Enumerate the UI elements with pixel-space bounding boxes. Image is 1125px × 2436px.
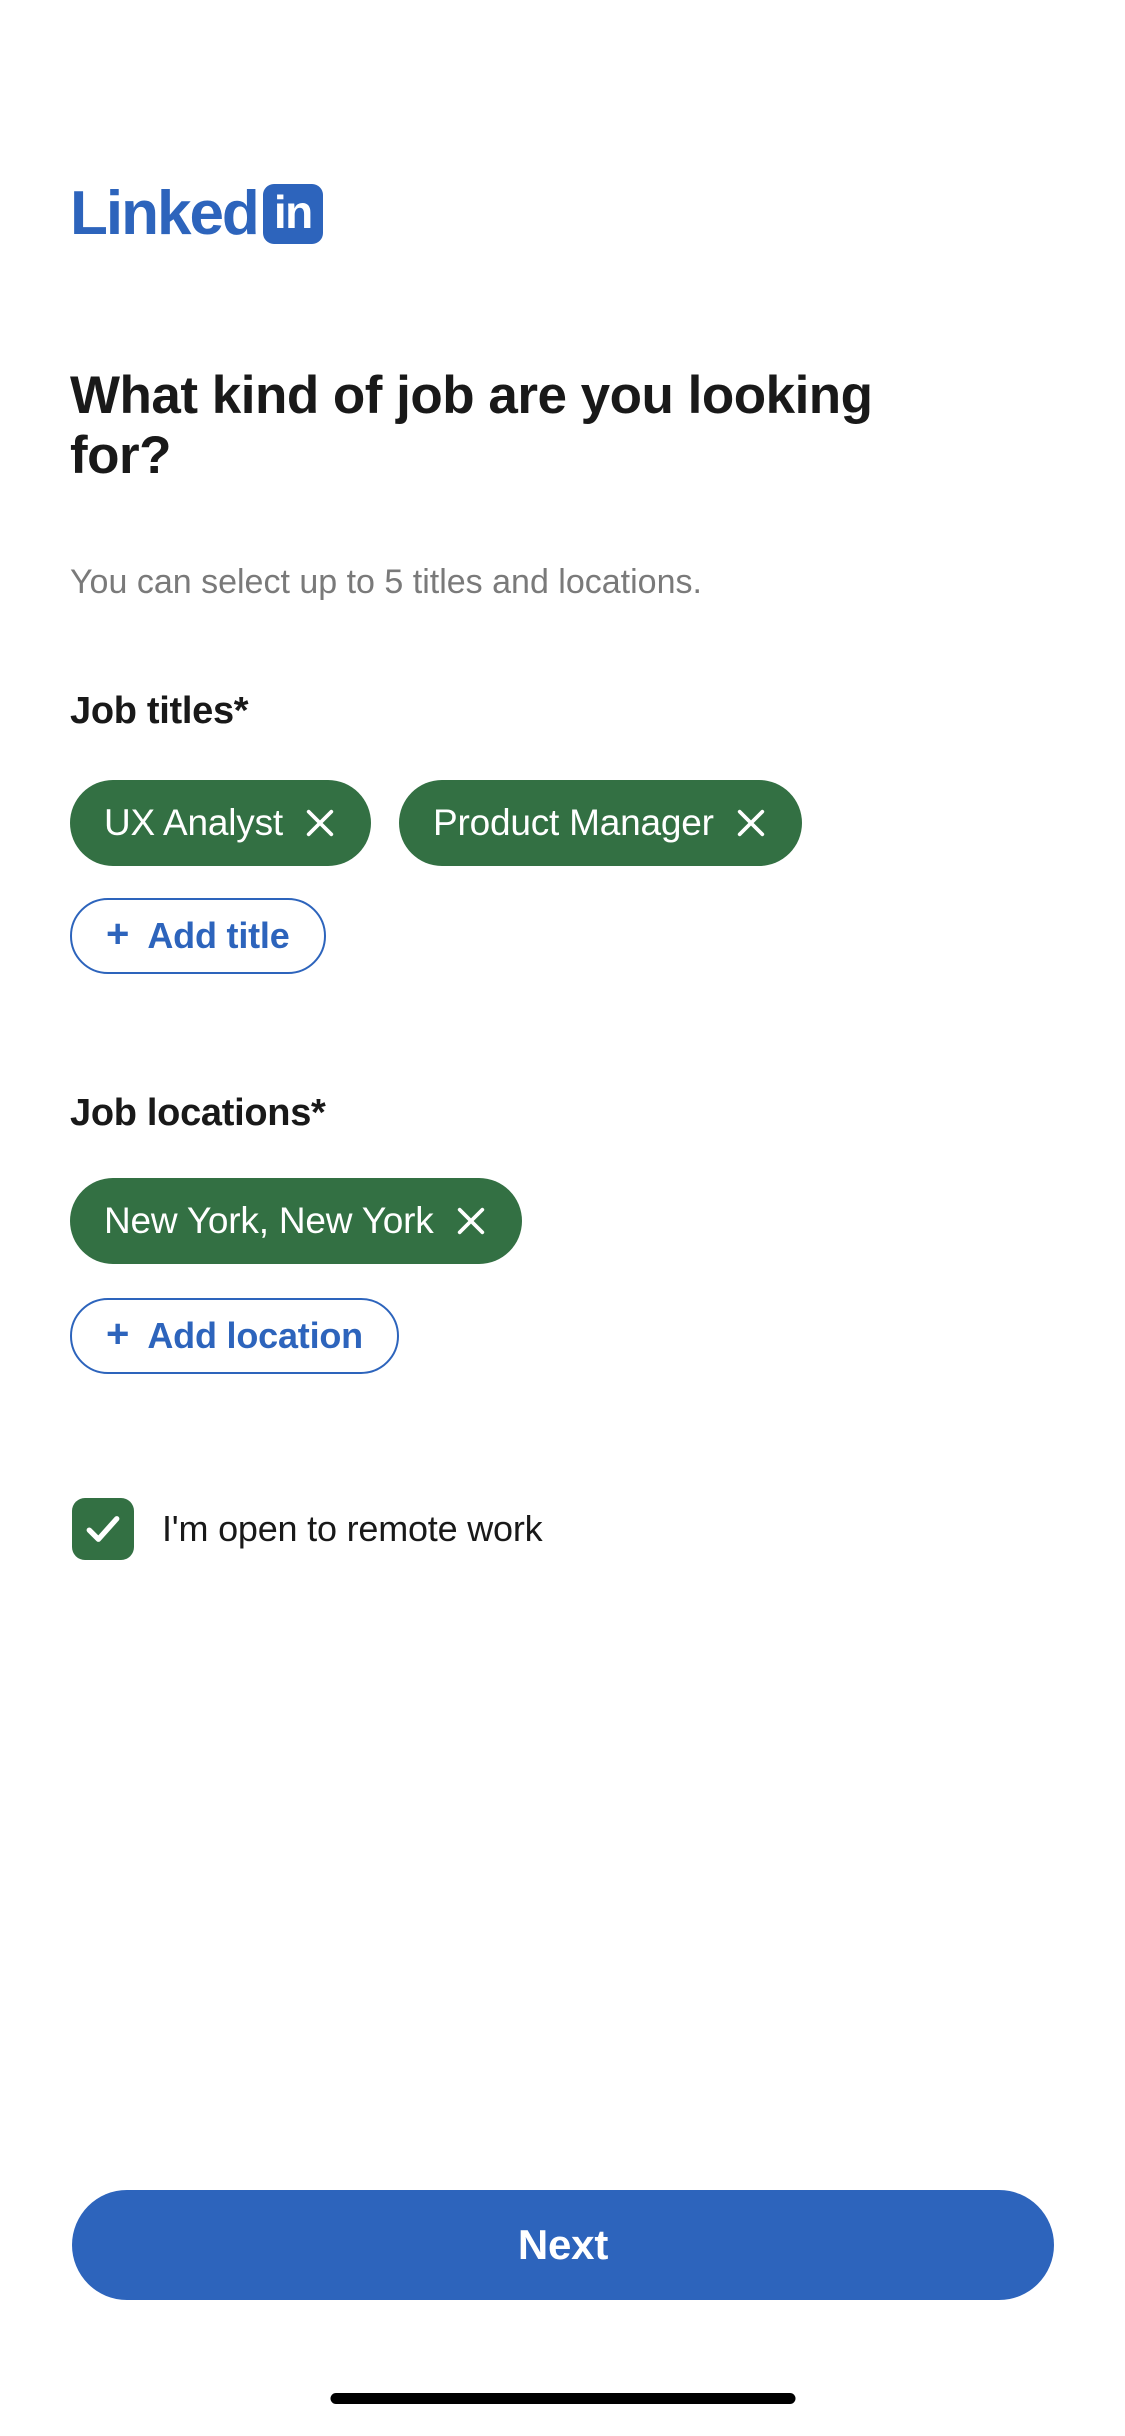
close-icon[interactable]	[734, 806, 768, 840]
add-title-button[interactable]: + Add title	[70, 898, 326, 974]
checkmark-icon	[86, 1516, 120, 1542]
job-titles-label: Job titles*	[70, 690, 249, 732]
page-subtitle: You can select up to 5 titles and locati…	[70, 563, 702, 601]
logo-in-badge-icon: in	[262, 184, 323, 244]
remote-work-label: I'm open to remote work	[162, 1508, 543, 1549]
job-location-chip[interactable]: New York, New York	[70, 1178, 522, 1264]
logo-in-badge-text: in	[273, 186, 313, 238]
close-icon[interactable]	[303, 806, 337, 840]
remote-work-checkbox-row[interactable]: I'm open to remote work	[72, 1498, 543, 1560]
chip-label: UX Analyst	[104, 802, 283, 843]
job-title-chip[interactable]: Product Manager	[398, 780, 802, 866]
remote-work-checkbox[interactable]	[72, 1498, 134, 1560]
page-title: What kind of job are you looking for?	[70, 366, 873, 486]
plus-icon: +	[106, 1312, 130, 1356]
linkedin-job-preferences-screen: Linked in What kind of job are you looki…	[0, 0, 1125, 2436]
job-titles-chip-list: UX Analyst Product Manager	[70, 780, 802, 866]
logo-wordmark: Linked	[70, 179, 260, 248]
close-icon[interactable]	[454, 1204, 488, 1238]
add-title-label: Add title	[147, 915, 290, 956]
next-button[interactable]: Next	[72, 2190, 1054, 2300]
plus-icon: +	[106, 912, 130, 956]
job-locations-label: Job locations*	[70, 1092, 326, 1134]
chip-label: New York, New York	[104, 1200, 434, 1241]
add-location-label: Add location	[147, 1315, 363, 1356]
home-indicator	[330, 2393, 795, 2404]
chip-label: Product Manager	[432, 802, 714, 843]
add-location-button[interactable]: + Add location	[70, 1298, 399, 1374]
linkedin-logo: Linked in	[70, 178, 323, 250]
job-locations-chip-list: New York, New York	[70, 1178, 522, 1264]
job-title-chip[interactable]: UX Analyst	[70, 780, 371, 866]
